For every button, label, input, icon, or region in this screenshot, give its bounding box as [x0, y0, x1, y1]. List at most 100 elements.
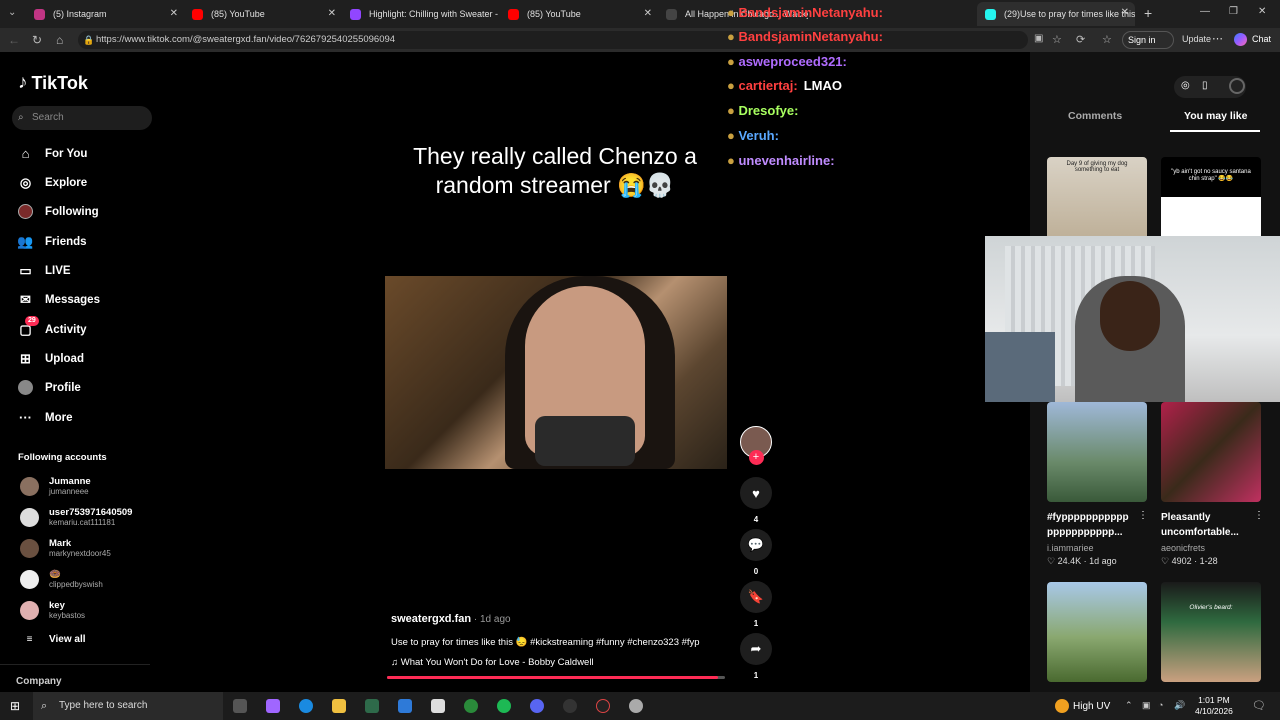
more-menu-icon[interactable]: ⋯: [1212, 32, 1223, 45]
nav-following[interactable]: Following: [18, 204, 99, 219]
back-icon[interactable]: ←: [8, 33, 20, 47]
video-title[interactable]: Pleasantly uncomfortable...: [1161, 510, 1239, 540]
like-action[interactable]: ♥ 4: [740, 477, 772, 524]
minimize-icon[interactable]: —: [1200, 6, 1210, 17]
update-button[interactable]: Update: [1182, 34, 1211, 44]
tab-comments[interactable]: Comments: [1068, 110, 1122, 122]
url-text: https://www.tiktok.com/@sweatergxd.fan/v…: [96, 34, 396, 45]
edge-icon[interactable]: [299, 699, 313, 713]
nav-live[interactable]: ▭ LIVE: [18, 263, 70, 278]
tab-instagram[interactable]: (5) Instagram ✕: [26, 2, 184, 26]
video-progress-bar[interactable]: [387, 676, 725, 679]
close-icon[interactable]: ✕: [170, 8, 178, 19]
tray-icon[interactable]: ▣: [1142, 700, 1151, 711]
music-link[interactable]: ♫ What You Won't Do for Love - Bobby Cal…: [391, 657, 594, 668]
follow-plus-icon[interactable]: +: [748, 450, 764, 465]
xbox-icon[interactable]: [464, 699, 478, 713]
nav-messages[interactable]: ✉ Messages: [18, 292, 100, 307]
more-options-icon[interactable]: ⋮: [1254, 510, 1264, 521]
heart-icon[interactable]: ♥: [740, 477, 772, 509]
tab-highlight[interactable]: Highlight: Chilling with Sweater - T: [342, 2, 500, 26]
company-link[interactable]: Company: [16, 676, 62, 687]
tiktok-sidebar: ♪ TikTok ⌕ Search ⌂ For You ◎ Explore Foll…: [0, 52, 160, 692]
video-title[interactable]: #fyppppppppppp ppppppppppp...: [1047, 510, 1129, 540]
lock-icon: 🔒: [83, 35, 95, 45]
notifications-icon[interactable]: 🗨: [1252, 699, 1266, 712]
video-creator[interactable]: i.iammariee: [1047, 543, 1094, 553]
room-background: [985, 332, 1055, 402]
search-input[interactable]: ⌕ Search: [12, 106, 152, 130]
task-view-icon[interactable]: [233, 699, 247, 713]
file-explorer-icon[interactable]: [332, 699, 346, 713]
taskbar-clock[interactable]: 1:01 PM 4/10/2026: [1195, 695, 1233, 717]
nav-profile[interactable]: Profile: [18, 380, 81, 395]
nav-explore[interactable]: ◎ Explore: [18, 175, 87, 190]
close-icon[interactable]: ✕: [644, 8, 652, 19]
comment-action[interactable]: 💬 0: [740, 529, 772, 576]
video-thumbnail[interactable]: [1047, 582, 1147, 682]
tab-youtube-1[interactable]: (85) YouTube ✕: [184, 2, 342, 26]
share-action[interactable]: ➦ 1: [740, 633, 772, 680]
notepad-icon[interactable]: [431, 699, 445, 713]
app-icon[interactable]: [629, 699, 643, 713]
share-icon[interactable]: ➦: [740, 633, 772, 665]
tab-tiktok-active[interactable]: (29)Use to pray for times like this ✕: [977, 2, 1135, 26]
extensions-icon[interactable]: ⟳: [1076, 33, 1085, 46]
copilot-taskbar-icon[interactable]: [266, 699, 280, 713]
spotify-icon[interactable]: [497, 699, 511, 713]
sign-in-button[interactable]: Sign in: [1122, 31, 1174, 49]
tab-you-may-like[interactable]: You may like: [1184, 110, 1247, 122]
volume-icon[interactable]: 🔊: [1174, 700, 1185, 711]
save-count: 1: [753, 619, 759, 628]
close-window-icon[interactable]: ✕: [1258, 6, 1266, 17]
close-icon[interactable]: ✕: [1121, 7, 1129, 18]
weather-text[interactable]: High UV: [1073, 701, 1110, 712]
video-thumbnail[interactable]: [1161, 402, 1261, 502]
nav-activity[interactable]: ▢ 29 Activity: [18, 316, 87, 337]
restore-icon[interactable]: ❐: [1229, 6, 1238, 17]
account-item[interactable]: Mark markynextdoor45: [20, 538, 111, 558]
tiktok-logo[interactable]: ♪ TikTok: [18, 72, 88, 94]
nav-friends[interactable]: 👥 Friends: [17, 234, 86, 249]
windows-start-icon[interactable]: ⊞: [10, 699, 20, 713]
author-name[interactable]: sweatergxd.fan: [391, 613, 471, 625]
wifi-icon[interactable]: ◔: [1158, 700, 1163, 710]
mobile-icon[interactable]: ▯: [1202, 80, 1208, 91]
reader-icon[interactable]: ▣: [1034, 33, 1043, 44]
tab-youtube-2[interactable]: (85) YouTube ✕: [500, 2, 658, 26]
close-icon[interactable]: ✕: [328, 8, 336, 19]
view-all-link[interactable]: ≡ View all: [20, 634, 86, 645]
nav-for-you[interactable]: ⌂ For You: [18, 146, 88, 161]
account-item[interactable]: 🍩 clippedbyswish: [20, 569, 103, 589]
video-thumbnail[interactable]: Olivier's beard:: [1161, 582, 1261, 682]
obs-icon[interactable]: [596, 699, 610, 713]
mail-icon[interactable]: [398, 699, 412, 713]
store-icon[interactable]: [365, 699, 379, 713]
more-options-icon[interactable]: ⋮: [1138, 510, 1148, 521]
favorites-icon[interactable]: ☆: [1102, 33, 1112, 46]
new-tab-icon[interactable]: +: [1144, 5, 1152, 21]
account-item[interactable]: user753971640509 kemariu.cat111181: [20, 507, 132, 527]
creator-avatar[interactable]: +: [740, 426, 772, 465]
nav-upload[interactable]: ⊞ Upload: [18, 351, 84, 366]
favorite-star-icon[interactable]: ☆: [1052, 33, 1062, 46]
bookmark-icon[interactable]: 🔖: [740, 581, 772, 613]
comment-icon[interactable]: 💬: [740, 529, 772, 561]
compass-icon[interactable]: ◎: [1181, 80, 1190, 91]
chat-button[interactable]: Chat: [1252, 34, 1271, 44]
taskbar-search-input[interactable]: ⌕ Type here to search: [33, 692, 223, 720]
discord-icon[interactable]: [530, 699, 544, 713]
tray-chevron-icon[interactable]: ⌃: [1125, 700, 1133, 711]
save-action[interactable]: 🔖 1: [740, 581, 772, 628]
account-item[interactable]: key keybastos: [20, 600, 85, 620]
video-player[interactable]: [385, 276, 727, 469]
account-item[interactable]: Jumanne jumanneee: [20, 476, 91, 496]
video-thumbnail[interactable]: [1047, 402, 1147, 502]
app-icon[interactable]: [563, 699, 577, 713]
video-creator[interactable]: aeonicfrets: [1161, 543, 1205, 553]
tab-list-icon[interactable]: ⌄: [8, 7, 16, 18]
copilot-icon[interactable]: [1234, 33, 1247, 46]
home-icon[interactable]: ⌂: [56, 33, 63, 47]
refresh-icon[interactable]: ↻: [32, 33, 42, 47]
nav-more[interactable]: ··· More: [18, 410, 72, 425]
